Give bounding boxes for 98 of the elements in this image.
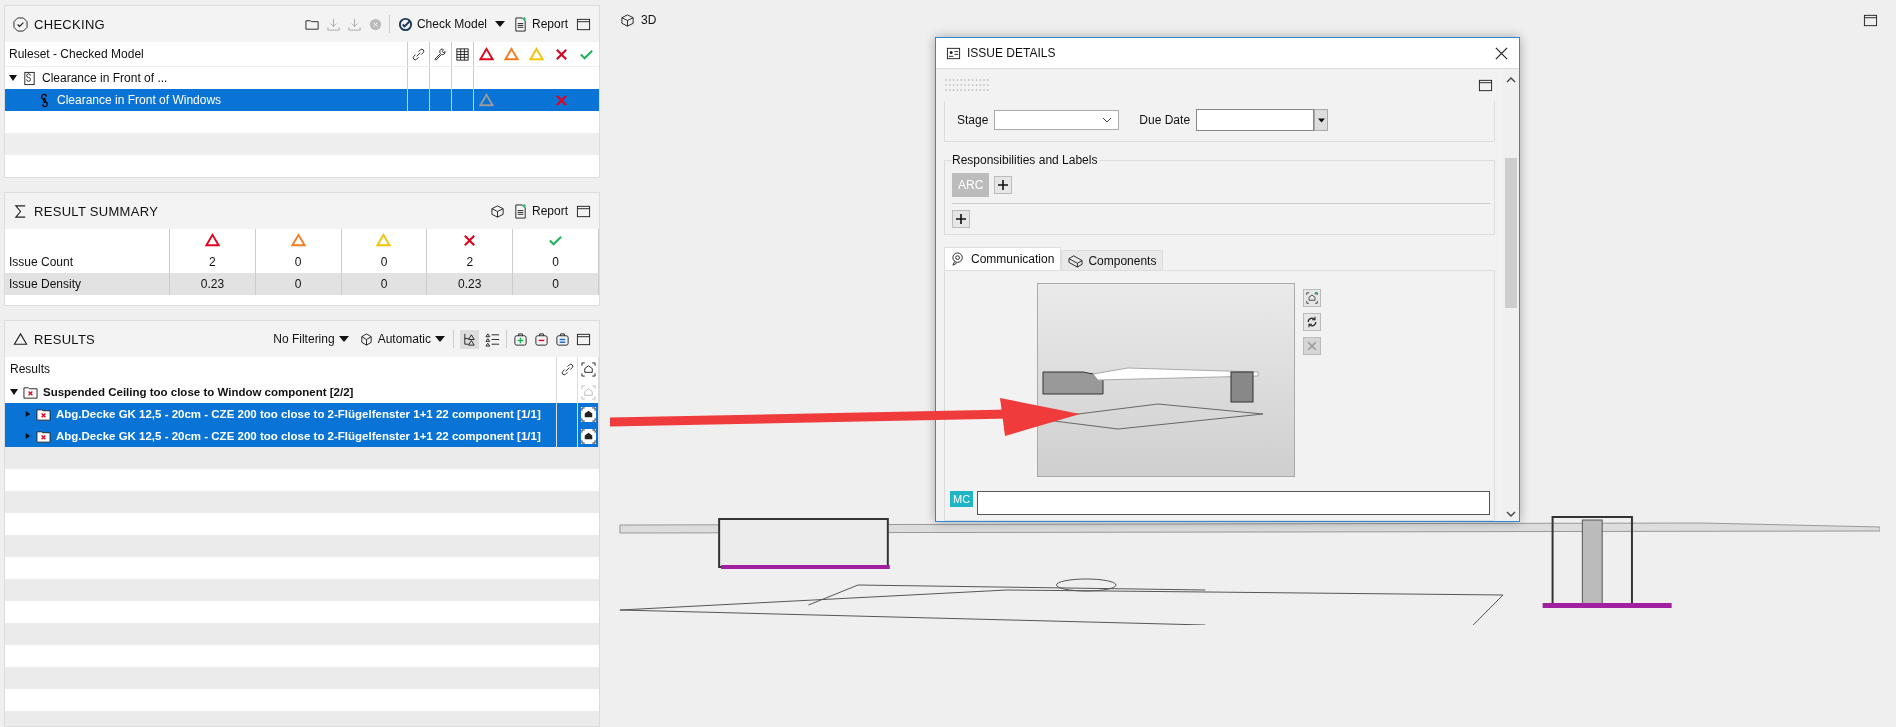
window-icon[interactable] [1863, 12, 1878, 28]
comment-field[interactable] [977, 491, 1490, 515]
mode-dropdown[interactable]: Automatic [356, 331, 447, 347]
wrench-icon [433, 46, 448, 62]
scroll-down-icon[interactable] [1506, 511, 1516, 517]
tab[interactable]: Communication [944, 247, 1062, 270]
checking-icon [13, 16, 28, 32]
viewpoint-icon [580, 361, 596, 377]
viewpoint-icon [580, 384, 596, 400]
add-button[interactable] [952, 210, 970, 228]
plus-icon [997, 179, 1010, 191]
issue-row[interactable]: Abg.Decke GK 12,5 - 20cm - CZE 200 too close to 2-Flügelfenster 1+1 22 component [1/1] [5, 403, 599, 425]
caret-icon [435, 336, 445, 342]
group-title: Responsibilities and Labels [952, 153, 1100, 167]
panel-title: RESULTS [34, 331, 96, 347]
refresh-button[interactable] [1302, 313, 1321, 331]
table-cell: 0 [341, 273, 428, 295]
caret-icon [338, 336, 349, 342]
table-icon [455, 46, 470, 62]
link-icon [559, 361, 575, 377]
caret-icon [1317, 117, 1325, 123]
edit-group-icon[interactable] [555, 331, 570, 347]
warning-triangle-icon [204, 232, 220, 248]
dropdown-caret-icon[interactable] [494, 21, 505, 27]
panel-title: RESULT SUMMARY [34, 203, 159, 219]
check-model-button[interactable]: Check Model [395, 16, 489, 32]
viewpoint-add-icon [1305, 292, 1318, 304]
issue-title: Abg.Decke GK 12,5 - 20cm - CZE 200 too close to 2-Flügelfenster 1+1 22 component [1/1] [56, 430, 541, 442]
dialog-title: ISSUE DETAILS [967, 46, 1056, 60]
refresh-icon [1305, 316, 1318, 328]
add-button[interactable] [994, 176, 1013, 194]
panel-title: CHECKING [34, 16, 106, 32]
list-view-icon[interactable] [485, 331, 500, 347]
drag-handle-icon[interactable] [944, 78, 990, 92]
filter-dropdown[interactable]: No Filtering [271, 332, 351, 346]
rule-row[interactable]: Clearance in Front of Windows [5, 89, 599, 111]
beam-icon [1068, 253, 1084, 268]
table-cell: 0 [513, 273, 599, 295]
column-header: Ruleset - Checked Model [5, 42, 408, 66]
cross-icon [1305, 340, 1318, 352]
table-cell: 0.23 [170, 273, 256, 295]
viewport-title[interactable]: 3D [641, 13, 657, 27]
warning-triangle-icon [290, 232, 306, 248]
window-icon[interactable] [576, 203, 591, 219]
add-viewpoint-button[interactable] [1302, 289, 1321, 307]
cross-icon [554, 92, 569, 108]
cube-icon [358, 331, 374, 347]
report-button[interactable]: Report [510, 203, 570, 219]
column-header: Results [5, 357, 557, 381]
remove-group-icon[interactable] [534, 331, 549, 347]
viewpoint-icon [580, 428, 596, 444]
report-button[interactable]: Report [510, 16, 570, 32]
delete-button[interactable] [1302, 337, 1321, 355]
tab[interactable]: Components [1061, 250, 1164, 270]
id-card-icon [946, 45, 961, 61]
issue-folder-icon [36, 428, 51, 444]
issue-folder-icon [36, 406, 51, 422]
cube-icon [620, 12, 635, 28]
ruleset-icon [22, 70, 37, 86]
table-cell: 0 [255, 273, 342, 295]
field-label: Stage [957, 113, 989, 127]
document-icon [512, 203, 528, 219]
dropdown-field[interactable] [994, 110, 1120, 130]
cube-check-icon[interactable] [489, 203, 505, 219]
warning-triangle-icon [376, 232, 392, 248]
expand-arrow-icon[interactable] [9, 74, 17, 82]
window-icon[interactable] [576, 331, 591, 347]
plus-icon [955, 213, 967, 225]
scrollbar[interactable] [1503, 69, 1519, 521]
add-group-icon[interactable] [513, 331, 528, 347]
date-field[interactable] [1196, 109, 1315, 131]
window-icon[interactable] [1478, 77, 1493, 93]
check-circle-icon [397, 16, 413, 32]
date-dropdown-button[interactable] [1314, 109, 1329, 131]
close-icon[interactable] [1494, 45, 1509, 61]
window-icon[interactable] [576, 16, 591, 32]
row-label: Issue Density [5, 273, 170, 295]
document-icon [512, 16, 528, 32]
issue-group-title[interactable]: Suspended Ceiling too close to Window component [2/2] [43, 386, 354, 398]
warning-triangle-icon [479, 92, 494, 108]
issue-row[interactable]: Abg.Decke GK 12,5 - 20cm - CZE 200 too close to 2-Flügelfenster 1+1 22 component [1/1] [5, 425, 599, 447]
field-label: Due Date [1139, 113, 1191, 127]
triangle-icon [13, 331, 28, 347]
speech-bubble-icon [951, 251, 966, 267]
cross-icon [462, 232, 478, 248]
sigma-icon [13, 203, 28, 219]
viewpoint-icon [580, 406, 596, 422]
scroll-up-icon[interactable] [1506, 77, 1516, 83]
expand-arrow-icon[interactable] [10, 388, 18, 396]
link-icon [411, 46, 426, 62]
table-cell: 0.23 [427, 273, 514, 295]
ruleset-name[interactable]: Clearance in Front of ... [42, 71, 168, 85]
chevron-down-icon [1102, 117, 1113, 123]
tree-view-icon[interactable] [460, 329, 479, 349]
issue-folder-icon [23, 384, 38, 400]
user-avatar: MC [950, 491, 974, 507]
issue-title: Abg.Decke GK 12,5 - 20cm - CZE 200 too close to 2-Flügelfenster 1+1 22 component [1/1] [56, 408, 541, 420]
rule-name: Clearance in Front of Windows [57, 93, 222, 107]
